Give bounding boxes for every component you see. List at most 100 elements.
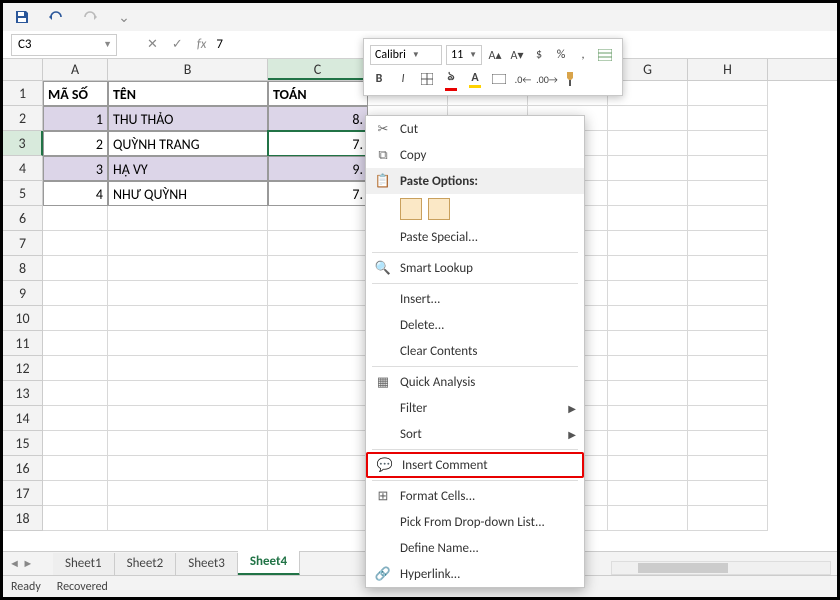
cell-A13[interactable]	[43, 381, 108, 406]
cell-G9[interactable]	[608, 281, 688, 306]
comma-style-icon[interactable]: ,	[574, 46, 592, 64]
cell-A10[interactable]	[43, 306, 108, 331]
cell-A6[interactable]	[43, 206, 108, 231]
menu-filter[interactable]: Filter▶	[366, 395, 584, 421]
cell-C8[interactable]	[268, 256, 368, 281]
italic-icon[interactable]: I	[394, 70, 412, 88]
menu-insert[interactable]: Insert...	[366, 286, 584, 312]
cell-A9[interactable]	[43, 281, 108, 306]
menu-sort[interactable]: Sort▶	[366, 421, 584, 447]
menu-define-name[interactable]: Define Name...	[366, 535, 584, 561]
cell-B9[interactable]	[108, 281, 268, 306]
cell-B1[interactable]: TÊN	[108, 81, 268, 106]
horizontal-scrollbar[interactable]	[611, 561, 831, 575]
undo-icon[interactable]	[45, 6, 67, 28]
save-icon[interactable]	[11, 6, 33, 28]
row-header-6[interactable]: 6	[3, 206, 43, 231]
chevron-down-icon[interactable]: ▼	[103, 39, 112, 50]
cancel-icon[interactable]: ✕	[147, 37, 158, 52]
cell-C15[interactable]	[268, 431, 368, 456]
qat-dropdown-icon[interactable]: ⌄	[113, 6, 135, 28]
cell-C9[interactable]	[268, 281, 368, 306]
cell-C2[interactable]: 8.	[268, 106, 368, 131]
cell-A2[interactable]: 1	[43, 106, 108, 131]
paste-values-icon[interactable]	[428, 198, 450, 220]
row-header-5[interactable]: 5	[3, 181, 43, 206]
font-size-combo[interactable]: 11▼	[446, 45, 482, 65]
cell-G15[interactable]	[608, 431, 688, 456]
column-header-H[interactable]: H	[688, 59, 768, 80]
cell-A4[interactable]: 3	[43, 156, 108, 181]
row-header-13[interactable]: 13	[3, 381, 43, 406]
cell-H16[interactable]	[688, 456, 768, 481]
increase-font-icon[interactable]: A▴	[486, 46, 504, 64]
cell-B16[interactable]	[108, 456, 268, 481]
cell-H14[interactable]	[688, 406, 768, 431]
menu-cut[interactable]: ✂Cut	[366, 116, 584, 142]
row-header-1[interactable]: 1	[3, 81, 43, 106]
cell-G8[interactable]	[608, 256, 688, 281]
cell-G5[interactable]	[608, 181, 688, 206]
cell-A1[interactable]: MÃ SỐ	[43, 81, 108, 106]
cell-H9[interactable]	[688, 281, 768, 306]
row-header-14[interactable]: 14	[3, 406, 43, 431]
percent-icon[interactable]: %	[552, 46, 570, 64]
cell-B3[interactable]: QUỲNH TRANG	[108, 131, 268, 156]
cell-C17[interactable]	[268, 481, 368, 506]
cell-G16[interactable]	[608, 456, 688, 481]
cell-C5[interactable]: 7.	[268, 181, 368, 206]
font-color-icon[interactable]: A	[466, 70, 484, 88]
format-table-icon[interactable]	[596, 46, 614, 64]
cell-B6[interactable]	[108, 206, 268, 231]
cell-H17[interactable]	[688, 481, 768, 506]
menu-pick-from-list[interactable]: Pick From Drop-down List...	[366, 509, 584, 535]
cell-B13[interactable]	[108, 381, 268, 406]
cell-G18[interactable]	[608, 506, 688, 531]
cell-H4[interactable]	[688, 156, 768, 181]
row-header-4[interactable]: 4	[3, 156, 43, 181]
bold-icon[interactable]: B	[370, 70, 388, 88]
cell-A7[interactable]	[43, 231, 108, 256]
cell-C4[interactable]: 9.	[268, 156, 368, 181]
cell-B10[interactable]	[108, 306, 268, 331]
cell-B18[interactable]	[108, 506, 268, 531]
row-header-3[interactable]: 3	[3, 131, 43, 156]
menu-paste-special[interactable]: Paste Special...	[366, 224, 584, 250]
cell-B17[interactable]	[108, 481, 268, 506]
cell-B2[interactable]: THU THẢO	[108, 106, 268, 131]
fill-color-icon[interactable]: ঌ	[442, 70, 460, 88]
cell-H11[interactable]	[688, 331, 768, 356]
redo-icon[interactable]	[79, 6, 101, 28]
column-header-C[interactable]: C	[268, 59, 368, 80]
cell-B7[interactable]	[108, 231, 268, 256]
cell-A18[interactable]	[43, 506, 108, 531]
cell-B8[interactable]	[108, 256, 268, 281]
cell-C11[interactable]	[268, 331, 368, 356]
cell-A17[interactable]	[43, 481, 108, 506]
row-header-7[interactable]: 7	[3, 231, 43, 256]
cell-B14[interactable]	[108, 406, 268, 431]
cell-H5[interactable]	[688, 181, 768, 206]
cell-G7[interactable]	[608, 231, 688, 256]
font-combo[interactable]: Calibri▼	[370, 45, 442, 65]
cell-G10[interactable]	[608, 306, 688, 331]
tab-sheet3[interactable]: Sheet3	[176, 553, 238, 575]
row-header-8[interactable]: 8	[3, 256, 43, 281]
menu-delete[interactable]: Delete...	[366, 312, 584, 338]
cell-A5[interactable]: 4	[43, 181, 108, 206]
cell-H3[interactable]	[688, 131, 768, 156]
decrease-font-icon[interactable]: A▾	[508, 46, 526, 64]
menu-insert-comment[interactable]: 💬Insert Comment	[366, 452, 584, 478]
tab-sheet1[interactable]: Sheet1	[53, 553, 115, 575]
cell-H7[interactable]	[688, 231, 768, 256]
cell-C6[interactable]	[268, 206, 368, 231]
row-header-9[interactable]: 9	[3, 281, 43, 306]
cell-G13[interactable]	[608, 381, 688, 406]
borders-icon[interactable]	[418, 70, 436, 88]
row-header-11[interactable]: 11	[3, 331, 43, 356]
tab-sheet4[interactable]: Sheet4	[238, 551, 300, 576]
cell-H12[interactable]	[688, 356, 768, 381]
name-box[interactable]: C3 ▼	[11, 34, 117, 56]
increase-decimal-icon[interactable]: .0←	[514, 70, 532, 88]
cell-A16[interactable]	[43, 456, 108, 481]
